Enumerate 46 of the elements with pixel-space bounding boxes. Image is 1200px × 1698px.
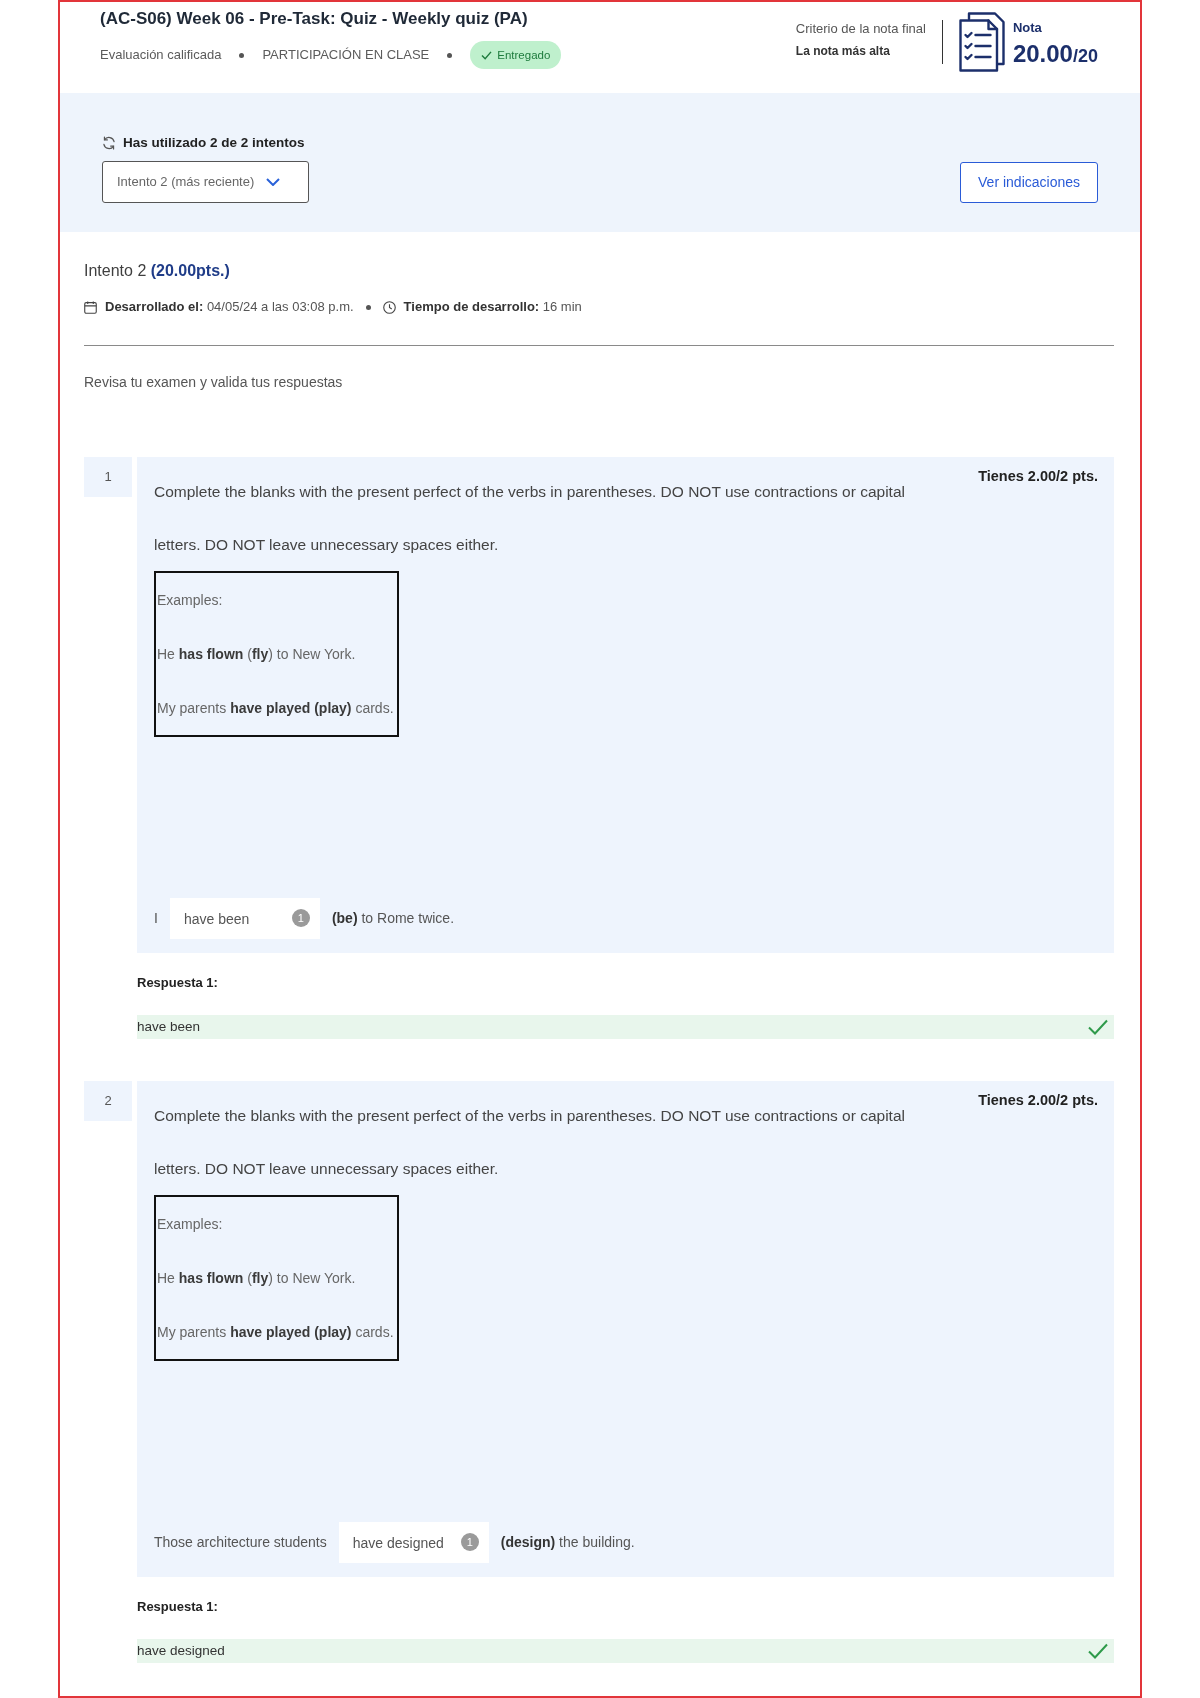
calendar-icon [84, 300, 97, 314]
question-number: 1 [84, 457, 132, 497]
sentence-text: Those architecture students [154, 1533, 327, 1552]
answer-text: have designed [137, 1641, 225, 1660]
grade-label: Nota [1012, 20, 1043, 36]
example-text: Examples: [157, 1215, 224, 1234]
score-text: Tienes 2.00/2 pts. [978, 1091, 1098, 1110]
quiz-title: (AC-S06) Week 06 - Pre-Task: Quiz - Weekly quiz (PA) [100, 8, 529, 30]
question-number: 2 [84, 1081, 132, 1121]
meta-text: PARTICIPACIÓN EN CLASE [262, 46, 430, 65]
example-text: He has flown (fly) to New York. [157, 1269, 357, 1288]
example-text: He has flown (fly) to New York. [157, 645, 357, 664]
instructions-button[interactable]: Ver indicaciones [960, 162, 1098, 203]
bullet-icon [365, 304, 371, 310]
meta-text: Evaluación calificada [100, 46, 222, 65]
check-icon [481, 50, 493, 60]
attempts-summary: Has utilizado 2 de 2 intentos [123, 134, 305, 152]
refresh-icon [102, 136, 116, 150]
sentence-text: I [154, 909, 158, 928]
duration-text: Tiempo de desarrollo: 16 min [403, 298, 582, 316]
sentence-text: (design) the building. [500, 1533, 635, 1552]
criterion-label: Criterio de la nota final [795, 20, 926, 38]
document-checklist-icon [958, 12, 1005, 72]
answer-label: Respuesta 1: [137, 974, 219, 992]
instructions-text: Revisa tu examen y valida tus respuestas [84, 373, 344, 392]
example-text: Examples: [157, 591, 224, 610]
attempt-dropdown[interactable]: Intento 2 (más reciente) [102, 161, 309, 203]
score-text: Tienes 2.00/2 pts. [978, 467, 1098, 486]
check-icon [1088, 1643, 1108, 1659]
answer-text: have been [137, 1017, 201, 1036]
bullet-icon [239, 52, 245, 58]
attempt-title: Intento 2 (20.00pts.) [84, 261, 231, 281]
chevron-down-icon [266, 178, 281, 186]
sentence-text: (be) to Rome twice. [331, 909, 455, 928]
answer-label: Respuesta 1: [137, 1598, 219, 1616]
clock-icon [382, 300, 396, 314]
example-text: My parents have played (play) cards. [157, 1323, 394, 1342]
question-prompt: Complete the blanks with the present perfect of the verbs in parentheses. DO NOT use contractions or capital letters. DO NOT leave unnecessary spaces either. [154, 1106, 906, 1179]
bullet-icon [447, 52, 453, 58]
check-icon [1088, 1019, 1108, 1035]
grade-value: 20.00/20 [1012, 40, 1098, 69]
criterion-value: La nota más alta [795, 43, 891, 60]
status-label: Entregado [497, 48, 551, 62]
developed-date: Desarrollado el: 04/05/24 a las 03:08 p.m. [105, 298, 354, 316]
question-prompt: Complete the blanks with the present perfect of the verbs in parentheses. DO NOT use contractions or capital letters. DO NOT leave unnecessary spaces either. [154, 482, 906, 555]
example-text: My parents have played (play) cards. [157, 699, 394, 718]
